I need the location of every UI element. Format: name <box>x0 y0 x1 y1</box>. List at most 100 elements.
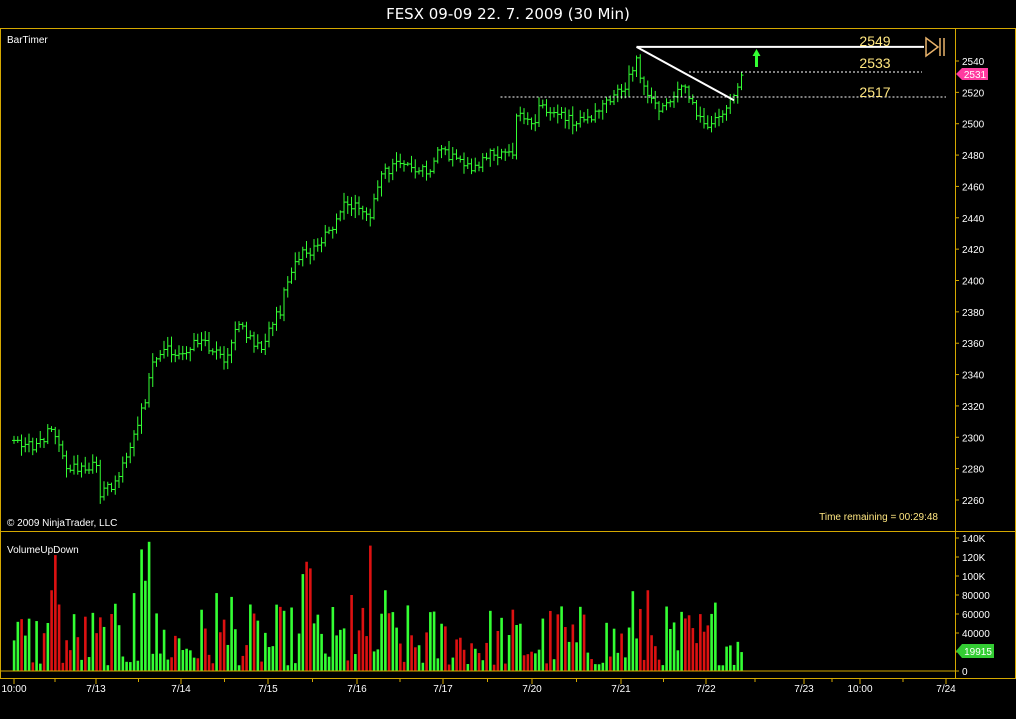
ohlc-bar <box>368 208 373 227</box>
volume-bar <box>20 619 23 671</box>
volume-bar <box>297 633 301 671</box>
ohlc-bar <box>177 345 181 360</box>
volume-bar <box>196 658 200 671</box>
ohlc-bar <box>589 114 594 123</box>
volume-bar <box>324 653 327 671</box>
volume-bar <box>729 645 732 671</box>
ohlc-bar <box>447 141 451 162</box>
volume-bar <box>249 604 252 671</box>
time-tick-label: 7/21 <box>611 684 631 695</box>
ohlc-bar <box>117 472 121 488</box>
volume-bar <box>635 638 638 671</box>
volume-bar <box>282 610 286 671</box>
time-tick-label: 7/23 <box>794 684 814 695</box>
ohlc-bar <box>23 437 28 453</box>
ohlc-bar <box>405 161 410 167</box>
volume-bar <box>39 663 42 671</box>
ohlc-bar <box>12 435 16 444</box>
ohlc-bar <box>563 107 568 129</box>
volume-bar <box>391 612 395 671</box>
ohlc-bar <box>450 147 455 167</box>
volume-bar <box>177 638 181 671</box>
price-axis-group: 2260 2280 2300 2320 2340 2360 2380 2400 2420 2440… <box>955 57 985 507</box>
volume-bar <box>564 627 567 671</box>
volume-bar <box>316 614 320 671</box>
ohlc-bar <box>38 430 43 448</box>
ohlc-bar <box>514 113 519 160</box>
volume-bar <box>646 590 650 671</box>
ohlc-bar <box>694 99 699 120</box>
volume-bar <box>106 665 110 671</box>
ohlc-bar <box>597 109 601 119</box>
ohlc-bar <box>237 321 241 333</box>
volume-bar <box>57 604 61 671</box>
ohlc-bar <box>390 158 395 181</box>
volume-bar <box>530 651 533 671</box>
ohlc-bar <box>645 80 650 104</box>
volume-bar <box>507 635 511 671</box>
ohlc-bar <box>552 107 556 118</box>
ohlc-bar <box>132 430 136 457</box>
volume-bar <box>185 648 188 671</box>
ohlc-bar <box>570 106 575 135</box>
ohlc-bar <box>68 464 73 473</box>
volume-bar <box>459 637 462 671</box>
ohlc-bar <box>435 146 440 164</box>
ohlc-bar <box>507 144 511 157</box>
volume-bar <box>549 610 552 671</box>
ohlc-bar <box>207 332 211 354</box>
ohlc-bar <box>345 195 350 214</box>
ohlc-bar <box>537 97 541 128</box>
ohlc-bar <box>387 166 391 183</box>
volume-bar <box>290 607 293 671</box>
ohlc-bar <box>664 98 669 111</box>
price-tick-label: 2420 <box>962 245 985 256</box>
ohlc-bar <box>195 333 200 348</box>
time-tick-label: 7/15 <box>258 684 278 695</box>
volume-bar <box>192 657 196 671</box>
volume-bar <box>601 662 605 671</box>
ohlc-bar <box>593 103 598 123</box>
volume-tick-label: 40000 <box>962 629 990 640</box>
ohlc-bar <box>600 99 605 120</box>
volume-bar <box>361 607 365 671</box>
volume-bar <box>69 650 72 671</box>
volume-bar <box>526 654 530 671</box>
ohlc-bar <box>488 148 493 167</box>
ohlc-bar <box>154 357 159 367</box>
volume-bar <box>725 646 728 671</box>
volume-bar <box>410 635 413 671</box>
volume-bar <box>237 665 241 671</box>
price-bars-group <box>12 54 744 504</box>
ohlc-bar <box>34 438 39 453</box>
volume-bar <box>129 662 132 671</box>
volume-bar <box>162 629 166 671</box>
price-tick-label: 2520 <box>962 88 985 99</box>
volume-bar <box>609 656 612 671</box>
ohlc-bar <box>477 161 481 172</box>
ohlc-bar <box>312 239 316 261</box>
price-tick-label: 2320 <box>962 402 985 413</box>
volume-bar <box>211 663 215 671</box>
draw-tool-marker-icon[interactable] <box>925 36 945 58</box>
volume-bar <box>95 633 98 671</box>
level-label-2533: 2533 <box>859 55 890 71</box>
ohlc-bar <box>210 348 215 356</box>
volume-bar <box>286 665 290 671</box>
volume-bar <box>384 590 387 671</box>
volume-bar <box>695 643 698 671</box>
ohlc-bar <box>649 87 654 104</box>
ohlc-bar <box>15 436 20 443</box>
chart-canvas[interactable]: 2260 2280 2300 2320 2340 2360 2380 2400 2420 2440… <box>0 0 1016 719</box>
ohlc-bar <box>285 276 290 298</box>
volume-bar <box>275 604 278 671</box>
volume-bar <box>357 630 361 671</box>
ohlc-bar <box>297 251 301 266</box>
ohlc-bar <box>428 169 433 178</box>
volume-bar <box>515 625 518 671</box>
ohlc-bar <box>83 456 88 474</box>
volume-bar <box>207 654 211 671</box>
volume-bar <box>579 606 582 671</box>
ohlc-bar <box>540 99 545 109</box>
volume-bar <box>346 660 350 671</box>
